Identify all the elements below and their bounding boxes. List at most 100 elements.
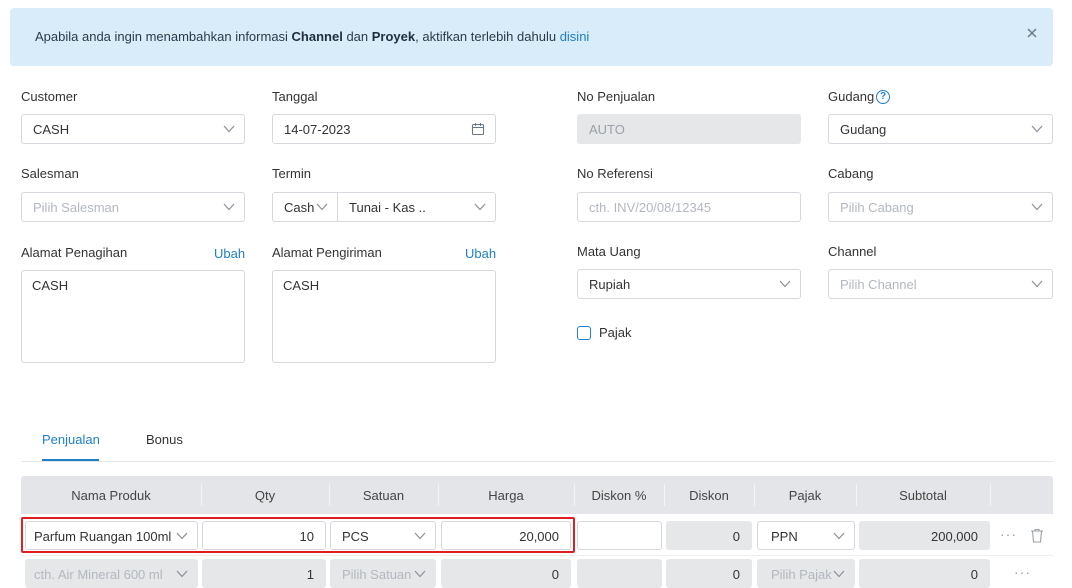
chevron-down-icon <box>176 570 188 578</box>
pajak-select[interactable]: Pilih Pajak <box>757 559 855 588</box>
alamat-pengiriman-value: CASH <box>283 278 320 293</box>
ubah-penagihan-link[interactable]: Ubah <box>214 246 245 261</box>
produk-select[interactable]: cth. Air Mineral 600 ml <box>25 559 198 588</box>
help-icon[interactable]: ? <box>876 90 890 104</box>
alert-link-disini[interactable]: disini <box>560 29 590 44</box>
close-icon[interactable] <box>1025 26 1039 40</box>
termin-select[interactable]: Tunai - Kas .. <box>337 192 496 222</box>
gudang-value: Gudang <box>840 122 887 137</box>
pajak-select[interactable]: PPN <box>757 521 855 550</box>
gudang-label: Gudang <box>828 89 875 104</box>
satuan-select[interactable]: Pilih Satuan <box>330 559 436 588</box>
row-divider <box>21 555 1053 556</box>
pajak-value: PPN <box>771 529 798 544</box>
chevron-down-icon <box>1031 203 1043 211</box>
chevron-down-icon <box>833 532 845 540</box>
alert-suffix: , aktifkan terlebih dahulu <box>415 29 560 44</box>
col-diskon: Diskon <box>689 488 729 503</box>
alert-prefix: Apabila anda ingin menambahkan informasi <box>35 29 292 44</box>
termin-type-select[interactable]: Cash <box>272 192 338 222</box>
diskon-field: 0 <box>666 559 752 588</box>
no-referensi-input[interactable]: cth. INV/20/08/12345 <box>577 192 801 222</box>
diskon-value: 0 <box>732 529 740 544</box>
col-qty: Qty <box>254 488 276 503</box>
tab-bonus[interactable]: Bonus <box>146 432 183 447</box>
info-alert: Apabila anda ingin menambahkan informasi… <box>10 8 1053 66</box>
customer-value: CASH <box>33 122 70 137</box>
tabs-divider <box>21 461 1053 462</box>
alert-proyek: Proyek <box>371 29 416 44</box>
alert-channel: Channel <box>291 29 343 44</box>
alert-message: Apabila anda ingin menambahkan informasi… <box>35 29 589 44</box>
diskon-value: 0 <box>732 567 740 582</box>
termin-label: Termin <box>272 166 312 181</box>
chevron-down-icon <box>414 570 426 578</box>
alamat-penagihan-label: Alamat Penagihan <box>21 245 128 260</box>
chevron-down-icon <box>223 125 235 133</box>
pajak-label: Pajak <box>599 325 632 340</box>
tanggal-value: 14-07-2023 <box>284 122 351 137</box>
diskon-field: 0 <box>666 521 752 550</box>
channel-label: Channel <box>828 244 877 259</box>
subtotal-field: 200,000 <box>859 521 990 550</box>
subtotal-value: 0 <box>970 567 978 582</box>
col-subtotal: Subtotal <box>899 488 947 503</box>
col-diskon-pct: Diskon % <box>591 488 647 503</box>
mata-uang-select[interactable]: Rupiah <box>577 269 801 299</box>
salesman-label: Salesman <box>21 166 79 181</box>
cabang-label: Cabang <box>828 166 874 181</box>
highlight-box <box>21 517 575 553</box>
harga-value: 0 <box>551 567 559 582</box>
diskon-pct-input[interactable] <box>577 559 662 588</box>
mata-uang-value: Rupiah <box>589 277 631 292</box>
subtotal-value: 200,000 <box>931 529 978 544</box>
table-header: Nama Produk Qty Satuan Harga Diskon % Di… <box>21 476 1053 514</box>
chevron-down-icon <box>316 203 328 211</box>
alamat-penagihan-textarea[interactable]: CASH <box>21 270 245 363</box>
customer-select[interactable]: CASH <box>21 114 245 144</box>
satuan-placeholder: Pilih Satuan <box>342 567 412 582</box>
subtotal-field: 0 <box>859 559 990 588</box>
mata-uang-label: Mata Uang <box>577 244 641 259</box>
chevron-down-icon <box>474 203 486 211</box>
termin-type-value: Cash <box>284 200 315 215</box>
tab-penjualan[interactable]: Penjualan <box>42 432 100 447</box>
alamat-pengiriman-label: Alamat Pengiriman <box>272 245 382 260</box>
salesman-select[interactable]: Pilih Salesman <box>21 192 245 222</box>
cabang-select[interactable]: Pilih Cabang <box>828 192 1053 222</box>
customer-label: Customer <box>21 89 78 104</box>
alert-and: dan <box>342 29 372 44</box>
harga-input[interactable]: 0 <box>441 559 571 588</box>
alamat-pengiriman-textarea[interactable]: CASH <box>272 270 496 363</box>
more-icon[interactable]: ··· <box>1014 564 1031 580</box>
col-pajak: Pajak <box>788 488 822 503</box>
chevron-down-icon <box>223 203 235 211</box>
chevron-down-icon <box>1031 125 1043 133</box>
channel-select[interactable]: Pilih Channel <box>828 269 1053 299</box>
no-penjualan-value: AUTO <box>589 122 625 137</box>
qty-input[interactable]: 1 <box>202 559 326 588</box>
pajak-placeholder: Pilih Pajak <box>771 567 832 582</box>
tanggal-label: Tanggal <box>272 89 318 104</box>
chevron-down-icon <box>833 570 845 578</box>
ubah-pengiriman-link[interactable]: Ubah <box>465 246 496 261</box>
no-penjualan-label: No Penjualan <box>577 89 656 104</box>
qty-value: 1 <box>306 567 314 582</box>
calendar-icon <box>471 123 485 136</box>
termin-value: Tunai - Kas .. <box>349 200 426 215</box>
chevron-down-icon <box>779 280 791 288</box>
trash-icon[interactable] <box>1030 528 1044 543</box>
alamat-penagihan-value: CASH <box>32 278 69 293</box>
chevron-down-icon <box>1031 280 1043 288</box>
cabang-placeholder: Pilih Cabang <box>840 200 914 215</box>
gudang-select[interactable]: Gudang <box>828 114 1053 144</box>
no-penjualan-field: AUTO <box>577 114 801 144</box>
tanggal-datepicker[interactable]: 14-07-2023 <box>272 114 496 144</box>
more-icon[interactable]: ··· <box>1000 526 1017 542</box>
no-referensi-label: No Referensi <box>577 166 653 181</box>
salesman-placeholder: Pilih Salesman <box>33 200 119 215</box>
diskon-pct-input[interactable] <box>577 521 662 550</box>
col-harga: Harga <box>488 488 524 503</box>
col-satuan: Satuan <box>362 488 405 503</box>
pajak-checkbox[interactable] <box>577 326 591 340</box>
